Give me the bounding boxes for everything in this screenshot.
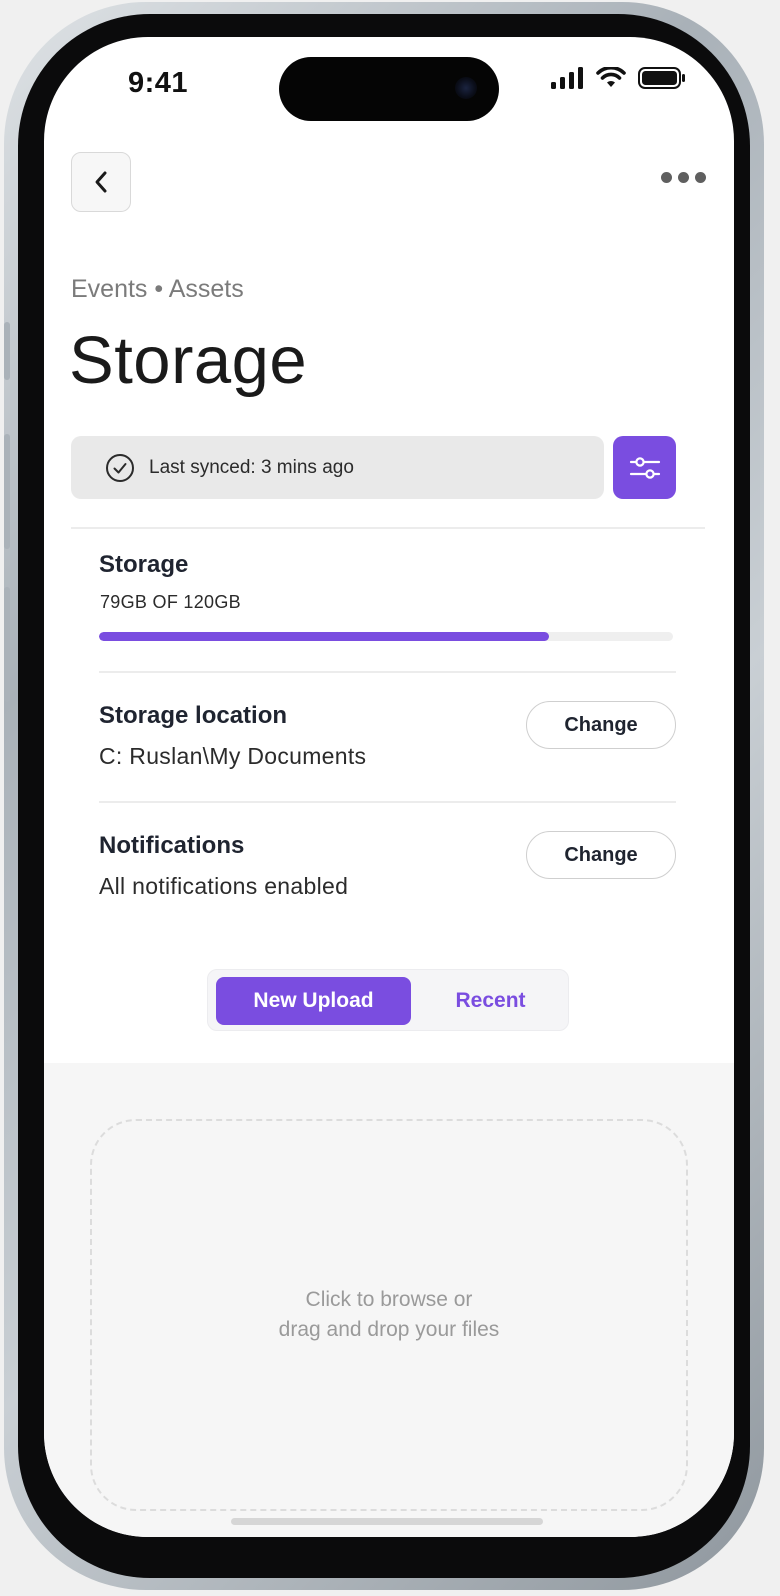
upload-area: Click to browse or drag and drop your fi… — [44, 1063, 734, 1537]
storage-progress-fill — [99, 632, 549, 641]
divider — [99, 671, 676, 673]
storage-label: Storage — [99, 551, 189, 578]
notifications-label: Notifications — [99, 832, 245, 859]
check-circle-icon — [106, 453, 134, 482]
battery-icon — [638, 67, 685, 89]
storage-progress-bar — [99, 632, 673, 641]
change-notifications-button[interactable]: Change — [526, 831, 676, 879]
home-indicator — [231, 1518, 543, 1525]
sliders-icon — [629, 456, 660, 479]
page-title: Storage — [69, 323, 308, 398]
status-icons — [550, 67, 686, 89]
chevron-left-icon — [95, 171, 107, 193]
divider — [71, 527, 705, 529]
more-options-button[interactable] — [661, 172, 706, 183]
side-button — [4, 434, 10, 549]
storage-location-label: Storage location — [99, 702, 288, 729]
side-button — [4, 322, 10, 380]
file-dropzone[interactable]: Click to browse or drag and drop your fi… — [90, 1119, 688, 1511]
wifi-icon — [596, 67, 626, 87]
storage-location-value: C: Ruslan\My Documents — [99, 743, 367, 769]
status-time: 9:41 — [128, 67, 189, 99]
filter-button[interactable] — [613, 436, 676, 499]
more-dot-icon — [661, 172, 672, 183]
screen: 9:41 Events • Assets Storage Last synced… — [44, 37, 734, 1537]
dropzone-text-line-2: drag and drop your files — [278, 1318, 500, 1341]
more-dot-icon — [678, 172, 689, 183]
change-location-button[interactable]: Change — [526, 701, 676, 749]
back-button[interactable] — [71, 152, 131, 212]
camera-icon — [455, 77, 477, 99]
signal-icon — [551, 67, 583, 89]
notifications-value: All notifications enabled — [99, 873, 349, 899]
divider — [99, 801, 676, 803]
storage-usage-text: 79GB OF 120GB — [100, 592, 241, 612]
sync-status-bar: Last synced: 3 mins ago — [71, 436, 604, 499]
side-button — [4, 587, 10, 702]
dynamic-island — [279, 57, 499, 121]
phone-frame: 9:41 Events • Assets Storage Last synced… — [4, 2, 764, 1590]
tab-new-upload[interactable]: New Upload — [216, 977, 411, 1025]
sync-status-text: Last synced: 3 mins ago — [149, 456, 354, 478]
dropzone-text-line-1: Click to browse or — [305, 1288, 473, 1311]
more-dot-icon — [695, 172, 706, 183]
breadcrumb: Events • Assets — [71, 275, 244, 303]
tab-recent[interactable]: Recent — [418, 977, 563, 1025]
upload-tabs: New Upload Recent — [207, 969, 569, 1031]
